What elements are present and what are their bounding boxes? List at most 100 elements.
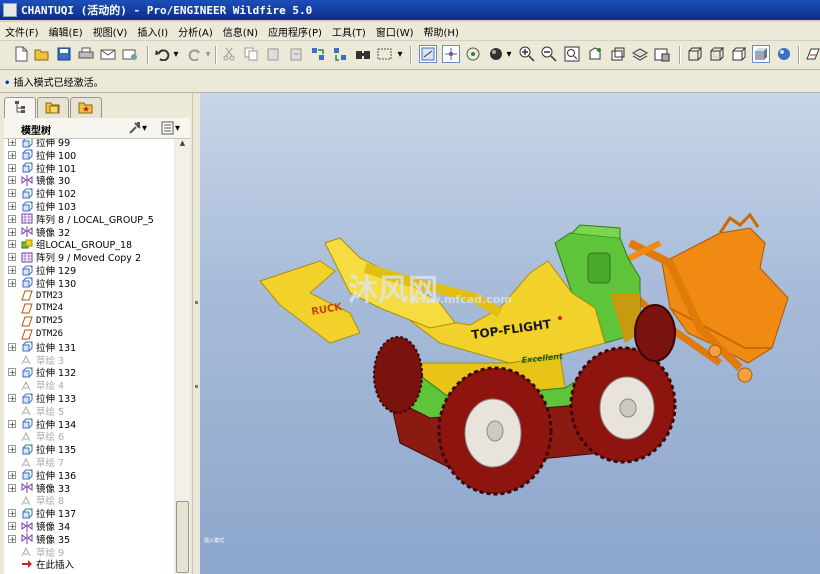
expand-toggle-icon[interactable]: + bbox=[8, 189, 16, 198]
spin-center-icon[interactable] bbox=[442, 45, 460, 63]
tree-item[interactable]: 草绘 3 bbox=[4, 354, 64, 367]
view-manager-icon[interactable] bbox=[653, 45, 671, 63]
hidden-line-icon[interactable] bbox=[708, 45, 726, 63]
selection-box-icon[interactable] bbox=[376, 45, 394, 63]
regenerate-icon[interactable] bbox=[309, 45, 327, 63]
expand-toggle-icon[interactable]: + bbox=[8, 266, 16, 275]
paste-icon[interactable] bbox=[264, 45, 282, 63]
scrollbar-thumb[interactable] bbox=[176, 501, 189, 573]
print-icon[interactable] bbox=[77, 45, 95, 63]
expand-toggle-icon[interactable]: + bbox=[8, 253, 16, 262]
expand-toggle-icon[interactable]: + bbox=[8, 202, 16, 211]
model-display-icon[interactable] bbox=[487, 45, 505, 63]
tree-item[interactable]: 草绘 8 bbox=[4, 494, 64, 507]
appearance-icon[interactable] bbox=[775, 45, 793, 63]
redo-dropdown-icon[interactable]: ▾ bbox=[204, 45, 212, 63]
expand-toggle-icon[interactable]: + bbox=[8, 522, 16, 531]
scroll-up-icon[interactable]: ▲ bbox=[176, 139, 189, 151]
save-icon[interactable] bbox=[55, 45, 73, 63]
tree-item[interactable]: 在此插入 bbox=[4, 558, 74, 571]
tree-item[interactable]: + 镜像 34 bbox=[4, 520, 70, 533]
open-folder-icon[interactable] bbox=[33, 45, 51, 63]
new-file-icon[interactable] bbox=[12, 45, 30, 63]
tree-item[interactable]: + 镜像 30 bbox=[4, 174, 70, 187]
menu-info[interactable]: 信息(N) bbox=[218, 24, 263, 39]
tree-item[interactable]: + 拉伸 100 bbox=[4, 149, 76, 162]
tree-item[interactable]: + 镜像 35 bbox=[4, 533, 70, 546]
tab-folder-browser[interactable] bbox=[37, 97, 69, 118]
zoom-out-icon[interactable] bbox=[540, 45, 558, 63]
expand-toggle-icon[interactable]: + bbox=[8, 150, 16, 159]
tree-item[interactable]: DTM26 bbox=[4, 328, 63, 340]
tree-item[interactable]: + 阵列 9 / Moved Copy 2 bbox=[4, 251, 141, 264]
expand-toggle-icon[interactable]: + bbox=[8, 342, 16, 351]
zoom-in-icon[interactable] bbox=[518, 45, 536, 63]
tree-item[interactable]: + 拉伸 135 bbox=[4, 443, 76, 456]
graphics-window[interactable]: TOP-FLIGHT RUCK Excellent 沐风网 www.mfcad.… bbox=[200, 93, 820, 574]
paste-special-icon[interactable] bbox=[287, 45, 305, 63]
expand-toggle-icon[interactable]: + bbox=[8, 509, 16, 518]
expand-toggle-icon[interactable]: + bbox=[8, 139, 16, 147]
tree-item[interactable]: + 拉伸 132 bbox=[4, 366, 76, 379]
menu-applications[interactable]: 应用程序(P) bbox=[263, 24, 327, 39]
tree-item[interactable]: + 拉伸 136 bbox=[4, 469, 76, 482]
tree-item[interactable]: + 拉伸 103 bbox=[4, 200, 76, 213]
refit-icon[interactable] bbox=[563, 45, 581, 63]
expand-toggle-icon[interactable]: + bbox=[8, 214, 16, 223]
display-dropdown-icon[interactable]: ▾ bbox=[505, 45, 513, 63]
undo-dropdown-icon[interactable]: ▾ bbox=[172, 45, 180, 63]
expand-toggle-icon[interactable]: + bbox=[8, 368, 16, 377]
tree-item[interactable]: DTM23 bbox=[4, 290, 63, 302]
tree-item[interactable]: 草绘 4 bbox=[4, 379, 64, 392]
tree-scrollbar[interactable]: ▲ bbox=[175, 139, 190, 574]
tree-item[interactable]: + 拉伸 129 bbox=[4, 264, 76, 277]
expand-toggle-icon[interactable]: + bbox=[8, 445, 16, 454]
menu-file[interactable]: 文件(F) bbox=[0, 24, 44, 39]
wireframe-icon[interactable] bbox=[686, 45, 704, 63]
expand-toggle-icon[interactable]: + bbox=[8, 176, 16, 185]
tab-favorites[interactable] bbox=[70, 97, 102, 118]
regeneration-manager-icon[interactable] bbox=[331, 45, 349, 63]
expand-toggle-icon[interactable]: + bbox=[8, 534, 16, 543]
tree-item[interactable]: + 镜像 32 bbox=[4, 226, 70, 239]
selection-dropdown-icon[interactable]: ▾ bbox=[396, 45, 404, 63]
menu-help[interactable]: 帮助(H) bbox=[419, 24, 464, 39]
copy-icon[interactable] bbox=[242, 45, 260, 63]
menu-insert[interactable]: 插入(I) bbox=[132, 24, 173, 39]
cut-icon[interactable] bbox=[220, 45, 238, 63]
tree-item[interactable]: 草绘 9 bbox=[4, 546, 64, 559]
send-mail-icon[interactable] bbox=[99, 45, 117, 63]
expand-toggle-icon[interactable]: + bbox=[8, 240, 16, 249]
tree-item[interactable]: + 拉伸 131 bbox=[4, 341, 76, 354]
datum-plane-icon[interactable] bbox=[804, 45, 820, 63]
shading-icon[interactable] bbox=[752, 45, 770, 63]
tree-item[interactable]: + 拉伸 99 bbox=[4, 139, 70, 149]
tree-item[interactable]: + 镜像 33 bbox=[4, 482, 70, 495]
tree-settings-icon[interactable]: ▾ bbox=[128, 120, 150, 136]
tree-item[interactable]: DTM25 bbox=[4, 315, 63, 327]
redo-icon[interactable] bbox=[186, 45, 204, 63]
expand-toggle-icon[interactable]: + bbox=[8, 278, 16, 287]
tree-item[interactable]: + 拉伸 137 bbox=[4, 507, 76, 520]
send-link-icon[interactable] bbox=[121, 45, 139, 63]
menu-analysis[interactable]: 分析(A) bbox=[173, 24, 218, 39]
menu-view[interactable]: 视图(V) bbox=[88, 24, 133, 39]
no-hidden-icon[interactable] bbox=[730, 45, 748, 63]
layers-icon[interactable] bbox=[631, 45, 649, 63]
tree-show-icon[interactable]: ▾ bbox=[161, 120, 183, 136]
tab-model-tree[interactable] bbox=[4, 97, 36, 119]
expand-toggle-icon[interactable]: + bbox=[8, 419, 16, 428]
tree-item[interactable]: + 阵列 8 / LOCAL_GROUP_5 bbox=[4, 213, 154, 226]
undo-icon[interactable] bbox=[154, 45, 172, 63]
tree-item[interactable]: DTM24 bbox=[4, 302, 63, 314]
repaint-icon[interactable] bbox=[419, 45, 437, 63]
expand-toggle-icon[interactable]: + bbox=[8, 163, 16, 172]
tree-item[interactable]: + 拉伸 130 bbox=[4, 277, 76, 290]
tree-item[interactable]: + 组LOCAL_GROUP_18 bbox=[4, 238, 132, 251]
expand-toggle-icon[interactable]: + bbox=[8, 470, 16, 479]
menu-edit[interactable]: 编辑(E) bbox=[44, 24, 88, 39]
tree-item[interactable]: 草绘 7 bbox=[4, 456, 64, 469]
tree-item[interactable]: 草绘 6 bbox=[4, 430, 64, 443]
expand-toggle-icon[interactable]: + bbox=[8, 483, 16, 492]
find-icon[interactable] bbox=[354, 45, 372, 63]
